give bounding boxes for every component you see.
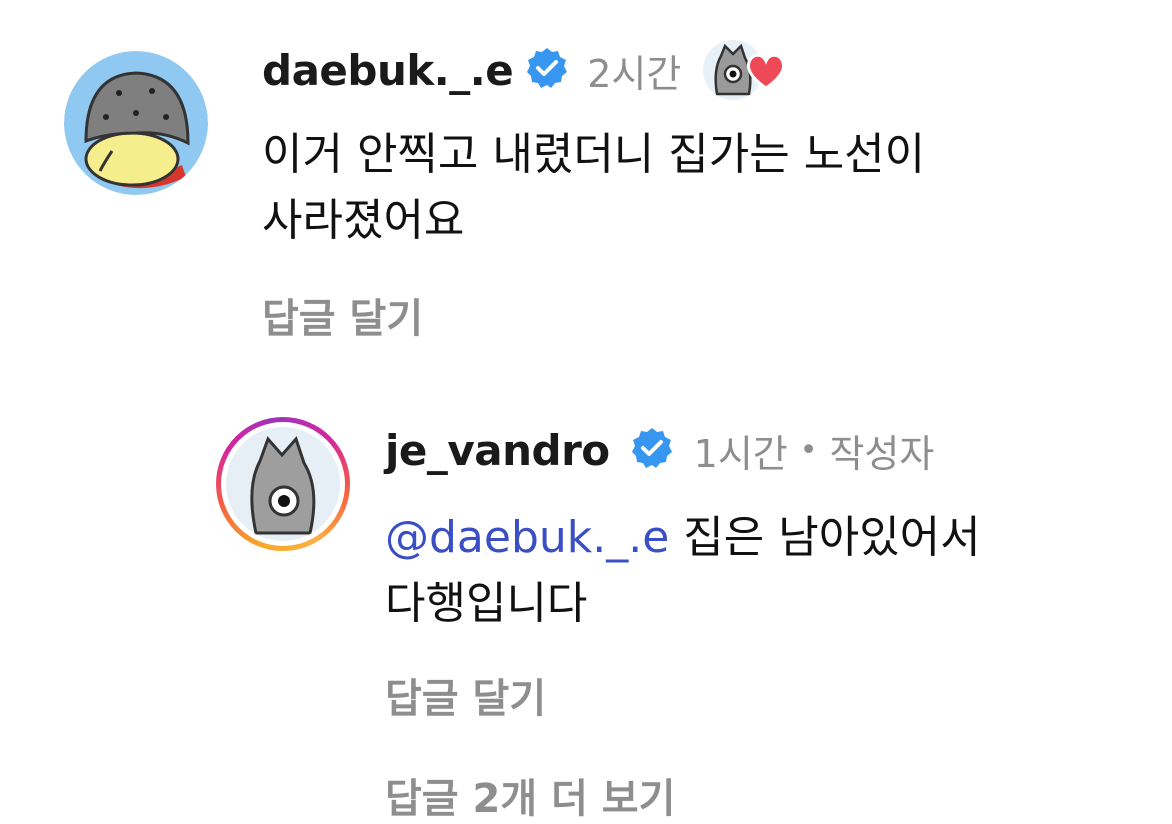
verified-badge-icon: [525, 46, 569, 94]
story-ring[interactable]: [216, 417, 350, 551]
avatar-je-vandro: [226, 427, 340, 541]
heart-icon: [745, 52, 787, 94]
separator-dot: •: [799, 432, 818, 468]
comment-body: 이거 안찍고 내렸더니 집가는 노선이 사라졌어요: [262, 122, 925, 254]
comment-text-rest: 집은 남아있어서: [669, 512, 981, 563]
comment-line: 다행입니다: [385, 578, 588, 629]
author-liked-indicator: [703, 38, 789, 102]
comment-je-vandro: je_vandro 1시간 • 작성자 @daebuk._.e 집은 남아있어서…: [0, 360, 1172, 785]
view-more-replies-button[interactable]: 답글 2개 더 보기: [385, 766, 675, 824]
verified-badge-icon: [630, 426, 674, 474]
mention-link[interactable]: @daebuk._.e: [385, 512, 669, 563]
avatar-daebuk[interactable]: [64, 51, 208, 195]
username[interactable]: je_vandro: [385, 426, 610, 475]
author-tag: 작성자: [829, 431, 935, 476]
username[interactable]: daebuk._.e: [262, 46, 514, 95]
comment-line: @daebuk._.e 집은 남아있어서: [385, 505, 981, 571]
comment-daebuk: daebuk._.e 2시간 이거 안찍고 내렸더니 집가는 노선이 사라졌어요…: [0, 0, 1172, 360]
comment-body: @daebuk._.e 집은 남아있어서 다행입니다: [385, 505, 981, 637]
comment-line: 사라졌어요: [262, 195, 465, 246]
comment-time: 2시간: [587, 51, 682, 96]
comment-line: 이거 안찍고 내렸더니 집가는 노선이: [262, 129, 926, 180]
comment-time: 1시간: [693, 431, 788, 476]
reply-button[interactable]: 답글 달기: [262, 286, 423, 344]
reply-button[interactable]: 답글 달기: [385, 666, 546, 724]
